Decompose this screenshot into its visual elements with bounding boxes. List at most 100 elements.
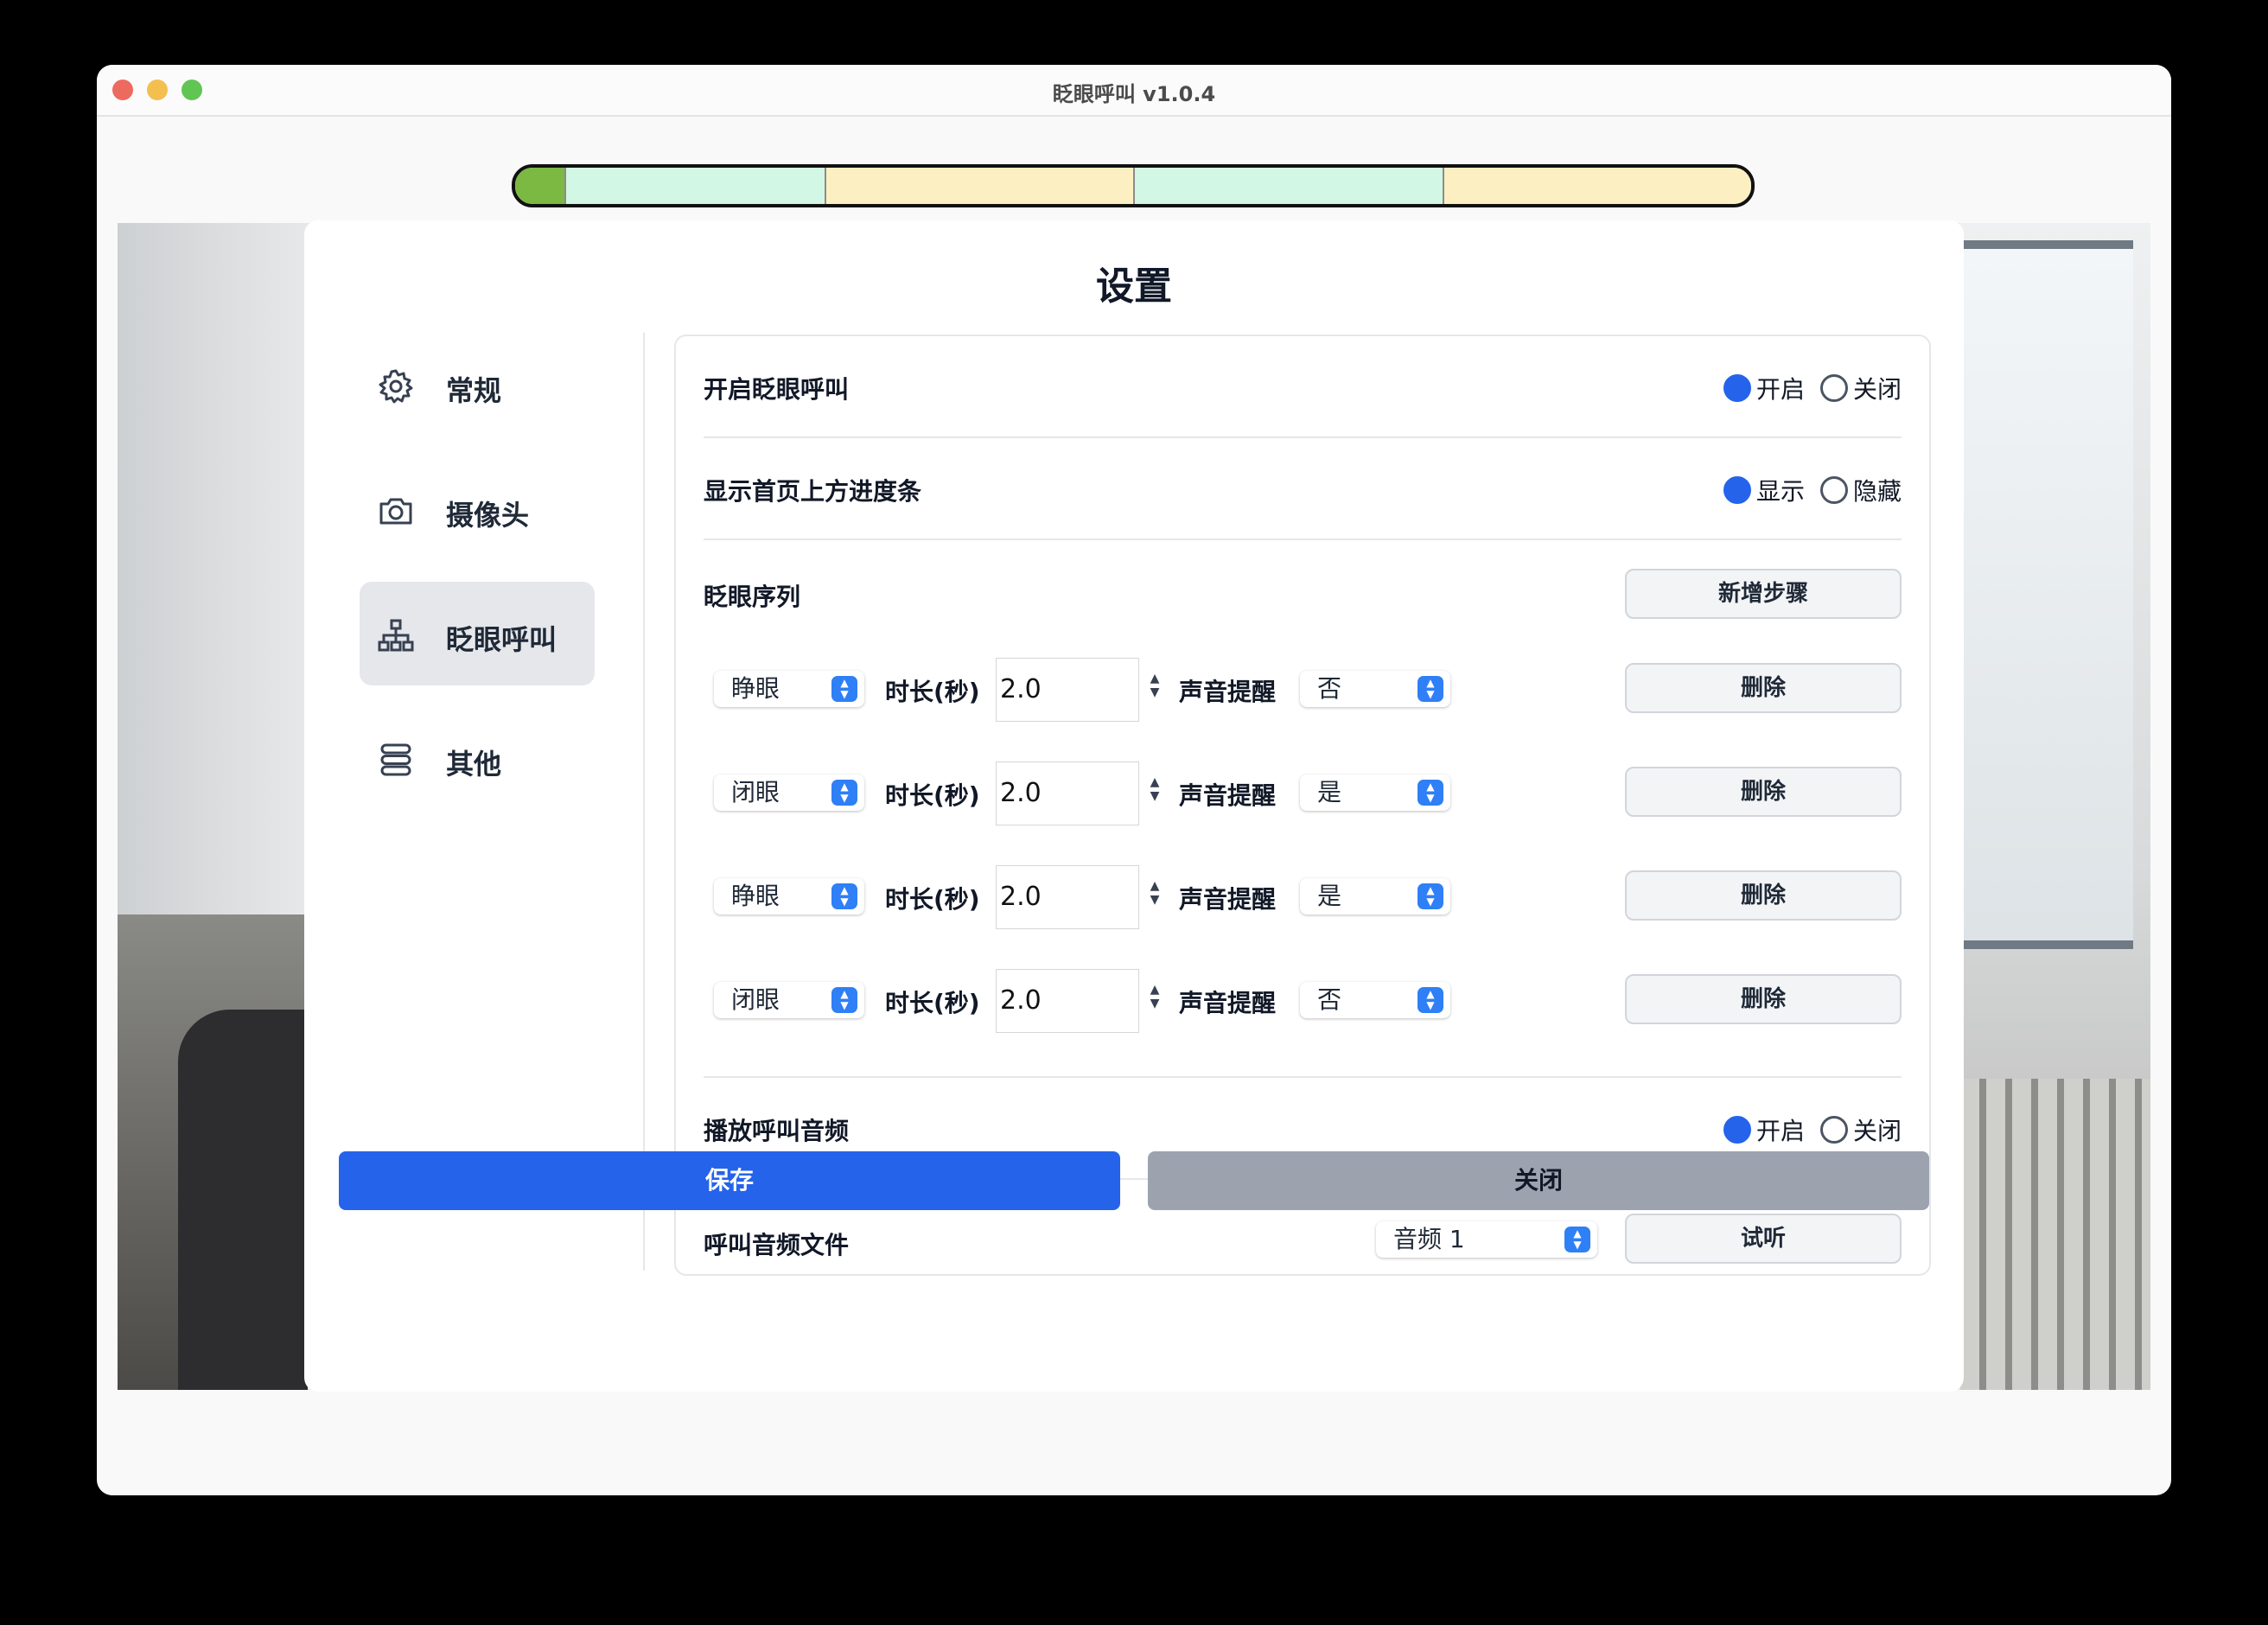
show-progress-bar-row: 显示首页上方进度条 显示 隐藏 [704, 473, 1902, 507]
delete-step-button[interactable]: 删除 [1625, 663, 1902, 713]
sound-alert-select[interactable]: 否 ▲ ▼ [1300, 671, 1450, 707]
delete-step-button[interactable]: 删除 [1625, 767, 1902, 817]
sidebar-item-label: 常规 [446, 374, 502, 407]
duration-stepper[interactable]: ▲ ▼ [1144, 879, 1165, 914]
progress-segment [1443, 168, 1751, 204]
duration-label: 时长(秒) [885, 678, 980, 706]
progress-segment [825, 168, 1135, 204]
eye-state-value: 闭眼 [731, 778, 780, 806]
play-call-audio-row: 播放呼叫音频 开启 关闭 [704, 1112, 1902, 1147]
sidebar-item-camera[interactable]: 摄像头 [360, 457, 595, 561]
sidebar-item-label: 其他 [446, 748, 502, 781]
select-chevrons-icon: ▲ ▼ [1564, 1227, 1590, 1252]
duration-input[interactable]: 2.0 [996, 865, 1139, 929]
duration-label: 时长(秒) [885, 989, 980, 1017]
select-chevrons-icon: ▲ ▼ [1418, 883, 1443, 909]
blink-progress-bar [512, 164, 1755, 207]
camera-scene-window [1952, 240, 2133, 949]
radio-label: 关闭 [1852, 375, 1902, 404]
radio-label: 开启 [1755, 1117, 1805, 1145]
add-step-button[interactable]: 新增步骤 [1625, 569, 1902, 619]
call-audio-file-label: 呼叫音频文件 [704, 1231, 850, 1259]
duration-stepper[interactable]: ▲ ▼ [1144, 672, 1165, 706]
show-progress-bar-label: 显示首页上方进度条 [704, 477, 922, 506]
duration-stepper[interactable]: ▲ ▼ [1144, 983, 1165, 1017]
app-window: 眨眼呼叫 v1.0.4 设置 常规 摄像头 眨眼呼叫 其他 开启眨眼呼叫 开启 … [97, 65, 2171, 1495]
select-chevrons-icon: ▲ ▼ [831, 987, 857, 1013]
sidebar-item-label: 摄像头 [446, 499, 530, 532]
eye-state-value: 睁眼 [731, 674, 780, 703]
section-divider [704, 538, 1902, 540]
play-call-audio-radio-group: 开启 关闭 [1723, 1112, 1902, 1147]
eye-state-select[interactable]: 睁眼 ▲ ▼ [714, 671, 864, 707]
progress-segment [1135, 168, 1444, 204]
sound-alert-label: 声音提醒 [1179, 989, 1277, 1017]
sound-alert-select[interactable]: 是 ▲ ▼ [1300, 878, 1450, 914]
show-progress-bar-radio-group: 显示 隐藏 [1723, 473, 1902, 507]
enable-blink-call-radio-group: 开启 关闭 [1723, 371, 1902, 405]
show-progress-bar-show-radio[interactable] [1723, 476, 1751, 504]
sound-alert-label: 声音提醒 [1179, 678, 1277, 706]
settings-sidebar: 常规 摄像头 眨眼呼叫 其他 [360, 333, 595, 831]
title-bar: 眨眼呼叫 v1.0.4 [97, 65, 2171, 117]
sidebar-divider [643, 333, 645, 1271]
select-chevrons-icon: ▲ ▼ [1418, 987, 1443, 1013]
radio-label: 开启 [1755, 375, 1805, 404]
camera-icon [379, 498, 412, 525]
eye-state-select[interactable]: 闭眼 ▲ ▼ [714, 774, 864, 811]
enable-blink-call-label: 开启眨眼呼叫 [704, 375, 850, 404]
audio-file-value: 音频 1 [1393, 1225, 1465, 1253]
sound-alert-label: 声音提醒 [1179, 885, 1277, 914]
sound-alert-value: 否 [1317, 985, 1342, 1014]
settings-dialog: 设置 常规 摄像头 眨眼呼叫 其他 开启眨眼呼叫 开启 关闭 显示首页上方进度条… [304, 220, 1964, 1392]
section-divider [704, 1076, 1902, 1078]
window-title: 眨眼呼叫 v1.0.4 [1052, 82, 1216, 106]
preview-audio-button[interactable]: 试听 [1625, 1214, 1902, 1264]
duration-input[interactable]: 2.0 [996, 969, 1139, 1033]
gear-icon [379, 369, 413, 404]
sidebar-item-general[interactable]: 常规 [360, 333, 595, 437]
sound-alert-value: 是 [1317, 882, 1342, 910]
section-divider [704, 437, 1902, 438]
sidebar-item-label: 眨眼呼叫 [446, 623, 557, 656]
duration-label: 时长(秒) [885, 781, 980, 810]
sound-alert-value: 否 [1317, 674, 1342, 703]
sidebar-item-other[interactable]: 其他 [360, 706, 595, 810]
duration-label: 时长(秒) [885, 885, 980, 914]
radio-label: 隐藏 [1852, 477, 1902, 506]
camera-scene-chair [178, 1010, 308, 1390]
play-call-audio-on-radio[interactable] [1723, 1116, 1751, 1144]
stack-icon [380, 743, 411, 776]
progress-segment [565, 168, 826, 204]
camera-scene-radiator [1960, 1079, 2150, 1390]
close-button[interactable]: 关闭 [1148, 1151, 1929, 1210]
audio-file-select[interactable]: 音频 1 ▲ ▼ [1376, 1221, 1597, 1258]
eye-state-select[interactable]: 睁眼 ▲ ▼ [714, 878, 864, 914]
duration-input[interactable]: 2.0 [996, 762, 1139, 825]
radio-label: 关闭 [1852, 1117, 1902, 1145]
select-chevrons-icon: ▲ ▼ [1418, 676, 1443, 702]
delete-step-button[interactable]: 删除 [1625, 974, 1902, 1024]
sitemap-icon [378, 619, 414, 652]
enable-blink-call-off-radio[interactable] [1819, 374, 1848, 402]
play-call-audio-off-radio[interactable] [1819, 1116, 1848, 1144]
blink-call-settings-panel: 开启眨眼呼叫 开启 关闭 显示首页上方进度条 显示 隐藏 眨眼序列 新增步骤 睁… [674, 335, 1931, 1276]
delete-step-button[interactable]: 删除 [1625, 870, 1902, 921]
duration-stepper[interactable]: ▲ ▼ [1144, 775, 1165, 810]
enable-blink-call-row: 开启眨眼呼叫 开启 关闭 [704, 371, 1902, 405]
play-call-audio-label: 播放呼叫音频 [704, 1117, 850, 1145]
sound-alert-select[interactable]: 否 ▲ ▼ [1300, 982, 1450, 1018]
eye-state-value: 睁眼 [731, 882, 780, 910]
show-progress-bar-hide-radio[interactable] [1819, 476, 1848, 504]
select-chevrons-icon: ▲ ▼ [831, 883, 857, 909]
duration-input[interactable]: 2.0 [996, 658, 1139, 722]
sound-alert-select[interactable]: 是 ▲ ▼ [1300, 774, 1450, 811]
sidebar-item-blink-call[interactable]: 眨眼呼叫 [360, 582, 595, 685]
eye-state-select[interactable]: 闭眼 ▲ ▼ [714, 982, 864, 1018]
select-chevrons-icon: ▲ ▼ [831, 676, 857, 702]
save-button[interactable]: 保存 [339, 1151, 1120, 1210]
sound-alert-value: 是 [1317, 778, 1342, 806]
sound-alert-label: 声音提醒 [1179, 781, 1277, 810]
enable-blink-call-on-radio[interactable] [1723, 374, 1751, 402]
dialog-title: 设置 [1096, 264, 1172, 309]
